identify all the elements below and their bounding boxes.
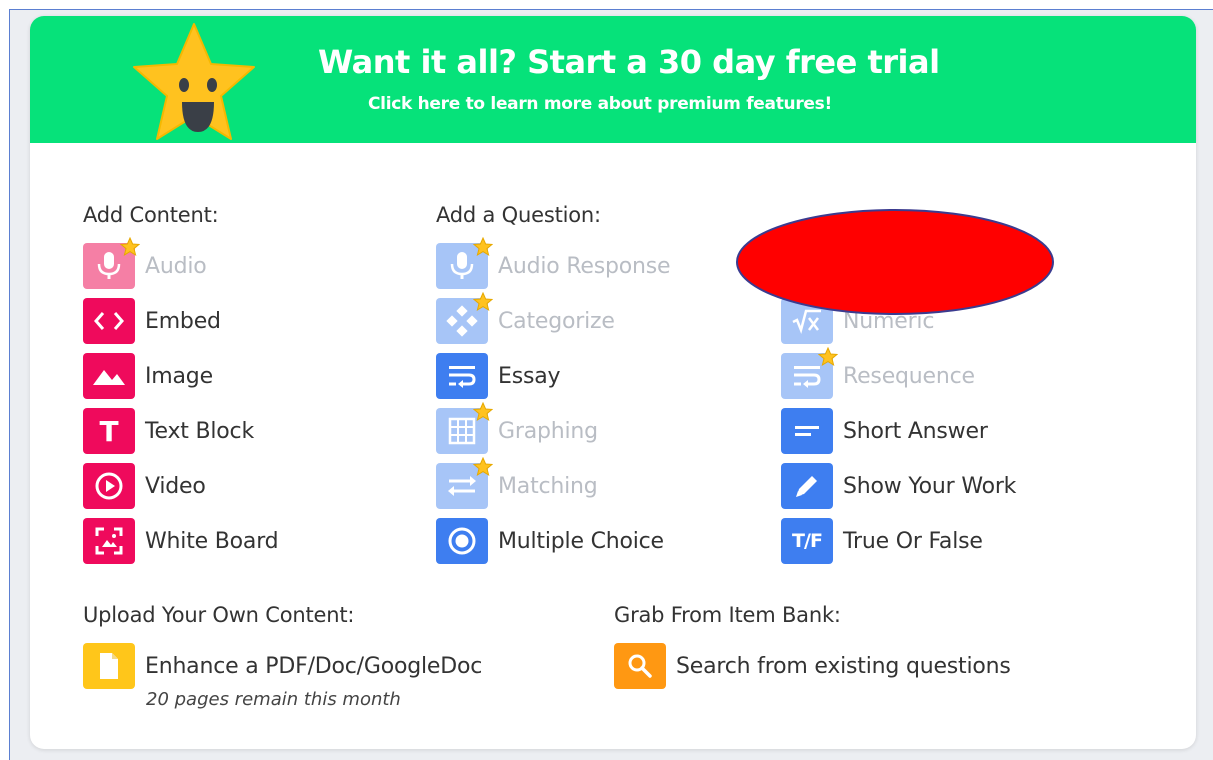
- item-label: Video: [145, 473, 206, 499]
- grid-icon: [436, 402, 493, 454]
- wrap-text-icon: [781, 347, 838, 399]
- item-label: Embed: [145, 308, 221, 334]
- item-label: White Board: [145, 528, 279, 554]
- add-item-panel: Want it all? Start a 30 day free trial C…: [30, 16, 1196, 749]
- item-label: Audio Response: [498, 253, 671, 279]
- banner-title: Want it all? Start a 30 day free trial: [318, 43, 940, 81]
- premium-trial-banner[interactable]: Want it all? Start a 30 day free trial C…: [30, 16, 1196, 143]
- item-label: Resequence: [843, 363, 975, 389]
- document-icon: [83, 643, 135, 689]
- item-label: Multiple Choice: [498, 528, 664, 554]
- pages-remaining-note: 20 pages remain this month: [146, 689, 401, 710]
- item-label: Show Your Work: [843, 473, 1017, 499]
- pencil-icon: [781, 463, 833, 509]
- add-content-embed[interactable]: Embed: [83, 298, 221, 344]
- upload-content-heading: Upload Your Own Content:: [83, 603, 355, 627]
- add-question-categorize[interactable]: Categorize: [436, 292, 615, 344]
- mountains-icon: [83, 353, 135, 399]
- add-question-heading: Add a Question:: [436, 203, 601, 227]
- item-label: Image: [145, 363, 213, 389]
- premium-star-icon: [120, 237, 140, 257]
- item-label: True Or False: [843, 528, 983, 554]
- add-question-short-answer[interactable]: Short Answer: [781, 408, 988, 454]
- categorize-icon: [436, 292, 493, 344]
- add-question-resequence[interactable]: Resequence: [781, 347, 975, 399]
- item-bank-heading: Grab From Item Bank:: [614, 603, 841, 627]
- swap-arrows-icon: [436, 457, 493, 509]
- add-question-show-your-work[interactable]: Show Your Work: [781, 463, 1016, 509]
- add-content-image[interactable]: Image: [83, 353, 213, 399]
- item-label: Graphing: [498, 418, 598, 444]
- radio-icon: [436, 518, 488, 564]
- add-content-white-board[interactable]: White Board: [83, 518, 279, 564]
- item-label: Matching: [498, 473, 598, 499]
- code-icon: [83, 298, 135, 344]
- microphone-icon: [436, 237, 493, 289]
- premium-star-icon: [473, 402, 493, 422]
- add-content-audio[interactable]: Audio: [83, 237, 207, 289]
- premium-star-icon: [473, 292, 493, 312]
- item-label: Audio: [145, 253, 207, 279]
- wrap-text-icon: [436, 353, 488, 399]
- item-label: Short Answer: [843, 418, 988, 444]
- add-question-graphing[interactable]: Graphing: [436, 402, 598, 454]
- add-question-essay[interactable]: Essay: [436, 353, 561, 399]
- red-redaction-ellipse: [736, 209, 1054, 315]
- play-icon: [83, 463, 135, 509]
- add-content-video[interactable]: Video: [83, 463, 206, 509]
- add-content-heading: Add Content:: [83, 203, 219, 227]
- item-label: Essay: [498, 363, 561, 389]
- short-lines-icon: [781, 408, 833, 454]
- text-t-icon: T: [83, 408, 135, 454]
- whiteboard-icon: [83, 518, 135, 564]
- item-label: Categorize: [498, 308, 615, 334]
- banner-subtitle: Click here to learn more about premium f…: [368, 94, 832, 114]
- premium-star-icon: [473, 457, 493, 477]
- star-mascot-icon: [133, 23, 255, 140]
- microphone-icon: [83, 237, 140, 289]
- true-false-icon: T/F: [781, 518, 833, 564]
- item-label: Search from existing questions: [676, 653, 1011, 679]
- premium-star-icon: [473, 237, 493, 257]
- search-item-bank-button[interactable]: Search from existing questions: [614, 643, 1011, 689]
- item-label: Text Block: [145, 418, 254, 444]
- item-label: Enhance a PDF/Doc/GoogleDoc: [145, 653, 483, 679]
- add-question-audio-response[interactable]: Audio Response: [436, 237, 671, 289]
- enhance-document-button[interactable]: Enhance a PDF/Doc/GoogleDoc: [83, 643, 482, 689]
- search-icon: [614, 643, 666, 689]
- add-question-matching[interactable]: Matching: [436, 457, 598, 509]
- add-content-text-block[interactable]: T Text Block: [83, 408, 254, 454]
- add-question-multiple-choice[interactable]: Multiple Choice: [436, 518, 664, 564]
- add-question-true-or-false[interactable]: T/F True Or False: [781, 518, 983, 564]
- premium-star-icon: [818, 347, 838, 367]
